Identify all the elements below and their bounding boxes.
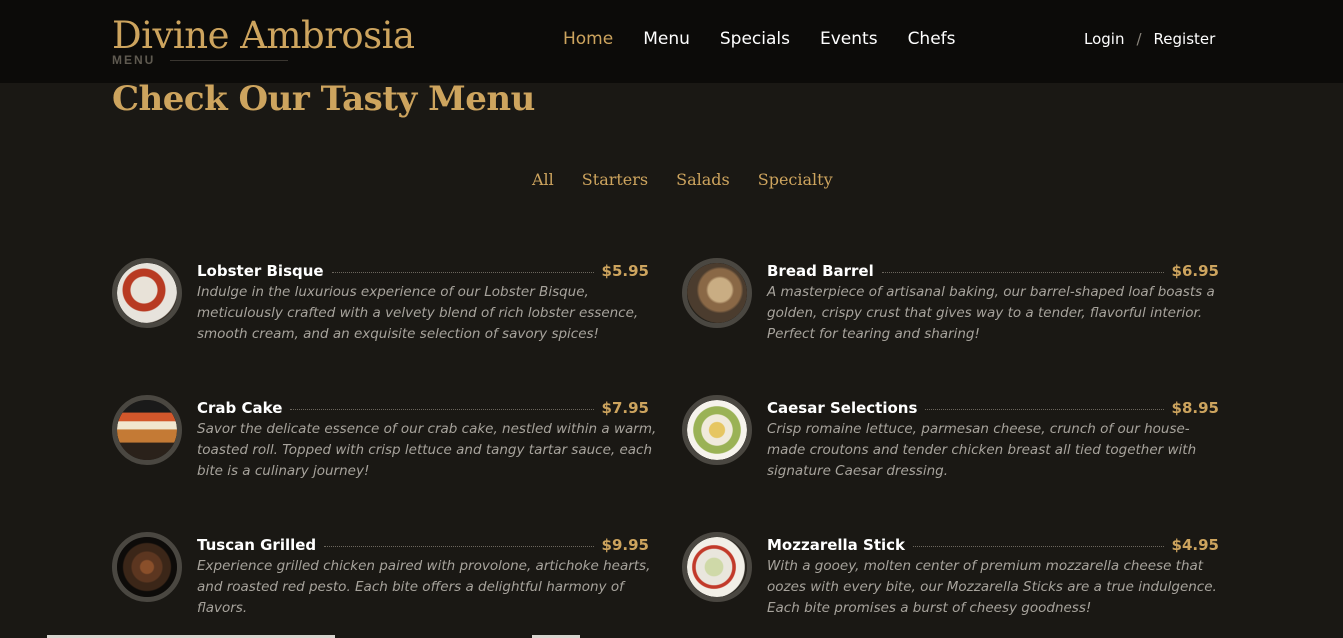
nav-home[interactable]: Home: [563, 28, 613, 50]
lobster-dish-icon[interactable]: [112, 258, 182, 328]
item-description: Indulge in the luxurious experience of o…: [197, 284, 639, 342]
auth-separator: /: [1136, 30, 1142, 48]
item-description: Crisp romaine lettuce, parmesan cheese, …: [767, 421, 1197, 479]
brand-divider: [170, 60, 288, 61]
main-nav: Home Menu Specials Events Chefs: [563, 28, 986, 50]
menu-filters: All Starters Salads Specialty: [532, 169, 861, 191]
nav-events[interactable]: Events: [820, 28, 878, 50]
site-header: Divine Ambrosia MENU Home Menu Specials …: [0, 0, 1343, 83]
item-description: Experience grilled chicken paired with p…: [197, 558, 651, 616]
menu-item: Tuscan Grilled $9.95 Experience grilled …: [112, 532, 657, 638]
crab-cake-icon[interactable]: [112, 395, 182, 465]
item-description: A masterpiece of artisanal baking, our b…: [767, 284, 1215, 342]
brand-logo[interactable]: Divine Ambrosia: [112, 12, 415, 60]
item-name[interactable]: Crab Cake: [197, 399, 290, 417]
filter-specialty[interactable]: Specialty: [758, 169, 833, 191]
item-description: With a gooey, molten center of premium m…: [767, 558, 1217, 616]
bread-dish-icon[interactable]: [682, 258, 752, 328]
item-price: $8.95: [1171, 399, 1219, 417]
item-price: $7.95: [601, 399, 649, 417]
menu-item: Caesar Selections $8.95 Crisp romaine le…: [682, 395, 1227, 505]
item-header: Bread Barrel $6.95: [767, 260, 1219, 282]
mozzarella-dish-icon[interactable]: [682, 532, 752, 602]
dotted-leader: [324, 545, 594, 547]
dotted-leader: [913, 545, 1164, 547]
register-link[interactable]: Register: [1154, 28, 1216, 50]
menu-item: Lobster Bisque $5.95 Indulge in the luxu…: [112, 258, 657, 368]
item-name[interactable]: Bread Barrel: [767, 262, 882, 280]
login-link[interactable]: Login: [1084, 28, 1124, 50]
item-header: Mozzarella Stick $4.95: [767, 534, 1219, 556]
menu-item: Mozzarella Stick $4.95 With a gooey, mol…: [682, 532, 1227, 638]
item-price: $6.95: [1171, 262, 1219, 280]
item-name[interactable]: Mozzarella Stick: [767, 536, 913, 554]
dotted-leader: [331, 271, 594, 273]
nav-chefs[interactable]: Chefs: [908, 28, 956, 50]
brand-subtitle: MENU: [112, 53, 156, 67]
grilled-dish-icon[interactable]: [112, 532, 182, 602]
dotted-leader: [290, 408, 594, 410]
auth-links: Login / Register: [1084, 28, 1215, 50]
item-price: $4.95: [1171, 536, 1219, 554]
item-price: $5.95: [601, 262, 649, 280]
nav-menu[interactable]: Menu: [643, 28, 690, 50]
salad-dish-icon[interactable]: [682, 395, 752, 465]
item-header: Crab Cake $7.95: [197, 397, 649, 419]
dotted-leader: [881, 271, 1164, 273]
filter-starters[interactable]: Starters: [582, 169, 648, 191]
menu-item: Crab Cake $7.95 Savor the delicate essen…: [112, 395, 657, 505]
item-name[interactable]: Lobster Bisque: [197, 262, 332, 280]
filter-salads[interactable]: Salads: [676, 169, 730, 191]
menu-item: Bread Barrel $6.95 A masterpiece of arti…: [682, 258, 1227, 368]
item-header: Lobster Bisque $5.95: [197, 260, 649, 282]
item-description: Savor the delicate essence of our crab c…: [197, 421, 657, 479]
item-header: Tuscan Grilled $9.95: [197, 534, 649, 556]
item-name[interactable]: Caesar Selections: [767, 399, 925, 417]
filter-all[interactable]: All: [532, 169, 554, 191]
dotted-leader: [925, 408, 1164, 410]
item-price: $9.95: [601, 536, 649, 554]
section-title: Check Our Tasty Menu: [112, 79, 535, 119]
item-header: Caesar Selections $8.95: [767, 397, 1219, 419]
item-name[interactable]: Tuscan Grilled: [197, 536, 324, 554]
nav-specials[interactable]: Specials: [720, 28, 790, 50]
